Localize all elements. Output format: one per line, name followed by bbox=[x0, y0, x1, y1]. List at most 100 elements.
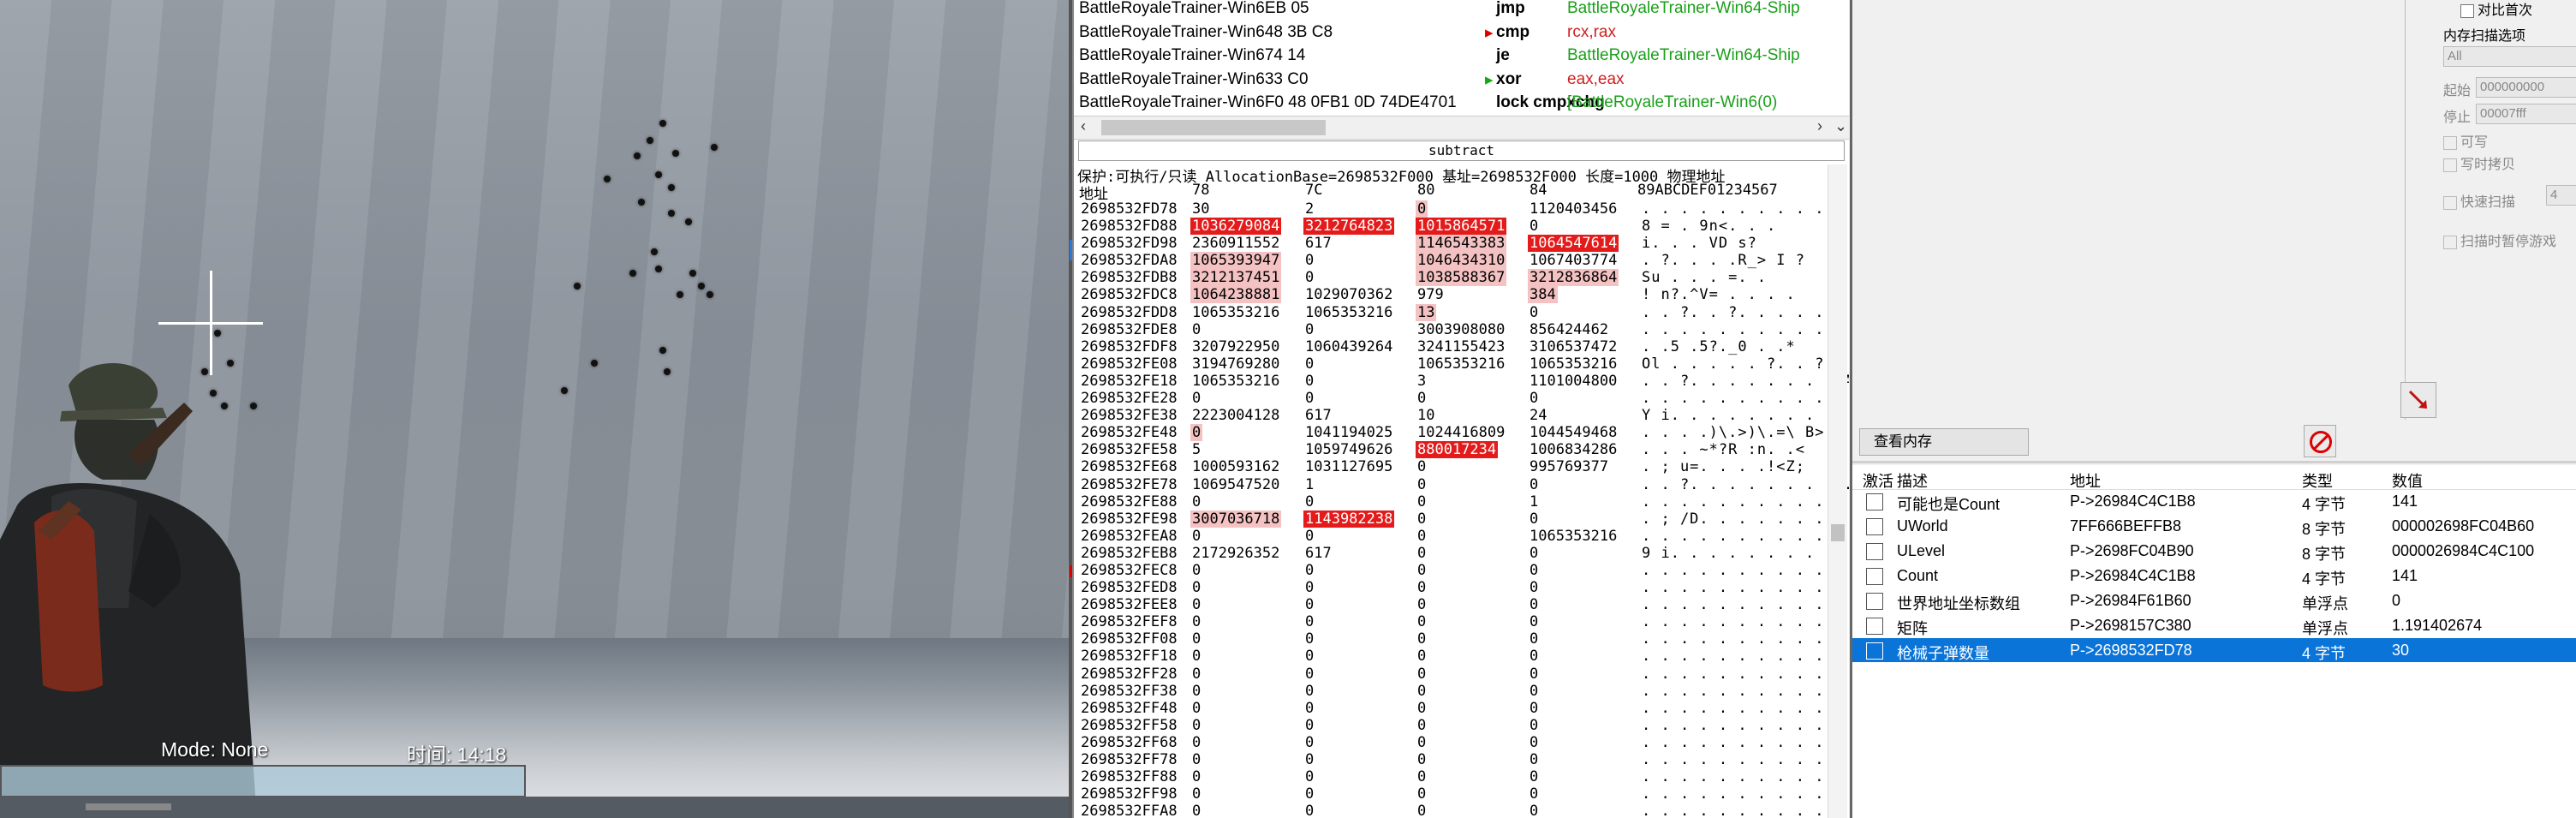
hex-value[interactable]: 0 bbox=[1528, 545, 1540, 562]
hex-value[interactable]: 995769377 bbox=[1528, 458, 1610, 475]
hex-value[interactable]: 0 bbox=[1416, 545, 1428, 562]
hex-row[interactable]: 2698532FD98 2360911552 617 1146543383 106454… bbox=[1079, 235, 1833, 253]
hex-value[interactable]: 0 bbox=[1303, 528, 1315, 545]
hex-value[interactable]: 0 bbox=[1416, 613, 1428, 630]
hex-value[interactable]: 2360911552 bbox=[1190, 235, 1281, 252]
hex-value[interactable]: 0 bbox=[1190, 321, 1202, 338]
hex-value[interactable]: 0 bbox=[1190, 666, 1202, 683]
active-checkbox[interactable] bbox=[1866, 642, 1883, 660]
hex-value[interactable]: 0 bbox=[1528, 683, 1540, 700]
hex-row[interactable]: 2698532FE08 3194769280 0 1065353216 10653532… bbox=[1079, 355, 1833, 373]
hex-value[interactable]: 1000593162 bbox=[1190, 458, 1281, 475]
hex-value[interactable]: 0 bbox=[1303, 493, 1315, 511]
hex-value[interactable]: 1024416809 bbox=[1416, 424, 1506, 441]
hex-value[interactable]: 1038588367 bbox=[1416, 269, 1507, 287]
hex-value[interactable]: 0 bbox=[1303, 579, 1315, 596]
hex-value[interactable]: 13 bbox=[1416, 303, 1437, 321]
scroll-left-icon[interactable]: ‹ bbox=[1081, 117, 1086, 135]
hex-value[interactable]: 1 bbox=[1528, 493, 1540, 511]
disassembly-row[interactable]: ▸ BattleRoyaleTrainer-Win633 C0 xor eax,eax bbox=[1079, 70, 1846, 93]
hex-value[interactable]: 617 bbox=[1303, 407, 1333, 424]
hex-value[interactable]: 0 bbox=[1416, 458, 1428, 475]
hex-value[interactable]: 0 bbox=[1190, 424, 1203, 442]
hex-value[interactable]: 0 bbox=[1190, 579, 1202, 596]
hex-value[interactable]: 2 bbox=[1303, 200, 1315, 218]
hex-value[interactable]: 880017234 bbox=[1416, 441, 1499, 459]
hex-value[interactable]: 24 bbox=[1528, 407, 1548, 424]
hex-value[interactable]: 0 bbox=[1416, 717, 1428, 734]
region-select[interactable]: All bbox=[2443, 46, 2576, 67]
hex-value[interactable]: 979 bbox=[1416, 286, 1446, 303]
disassembler-horizontal-scrollbar[interactable]: ‹ › ⌄ bbox=[1074, 116, 1849, 140]
hex-value[interactable]: 0 bbox=[1528, 579, 1540, 596]
hex-value[interactable]: 0 bbox=[1303, 269, 1315, 286]
hex-row[interactable]: 2698532FDD8 1065353216 1065353216 13 0 . . ?.… bbox=[1079, 303, 1833, 321]
cheat-table-row[interactable]: 矩阵 P->2698157C380 单浮点 1.191402674 bbox=[1852, 613, 2576, 637]
hex-value[interactable]: 0 bbox=[1303, 785, 1315, 803]
compare-first-checkbox[interactable]: 对比首次 bbox=[2460, 0, 2532, 19]
hex-value[interactable]: 0 bbox=[1528, 613, 1540, 630]
hex-value[interactable]: 0 bbox=[1303, 666, 1315, 683]
hex-value[interactable]: 1029070362 bbox=[1303, 286, 1394, 303]
hex-value[interactable]: 0 bbox=[1303, 613, 1315, 630]
hex-row[interactable]: 2698532FE98 3007036718 1143982238 0 0 . ; /D.… bbox=[1079, 510, 1833, 528]
hex-value[interactable]: 0 bbox=[1528, 511, 1540, 528]
hex-value[interactable]: 30 bbox=[1190, 200, 1211, 218]
cheat-table-row[interactable]: 枪械子弹数量 P->2698532FD78 4 字节 30 bbox=[1852, 638, 2576, 662]
hex-row[interactable]: 2698532FEB8 2172926352 617 0 0 9 i. . . . . … bbox=[1079, 545, 1834, 562]
active-checkbox[interactable] bbox=[1866, 493, 1883, 511]
hex-value[interactable]: 0 bbox=[1416, 683, 1428, 700]
hex-row[interactable]: 2698532FDA8 1065393947 0 1046434310 10674037… bbox=[1079, 252, 1833, 270]
disassembly-row[interactable]: BattleRoyaleTrainer-Win674 14 je BattleRoy… bbox=[1079, 46, 1846, 69]
hex-value[interactable]: 0 bbox=[1528, 648, 1540, 665]
hex-value[interactable]: 0 bbox=[1190, 751, 1202, 768]
hex-row[interactable]: 2698532FD88 1036279084 3212764823 101586457… bbox=[1079, 218, 1833, 236]
hex-value[interactable]: 0 bbox=[1190, 785, 1202, 803]
hex-value[interactable]: 5 bbox=[1190, 441, 1202, 458]
disassembly-row[interactable]: ▸ BattleRoyaleTrainer-Win648 3B C8 cmp rcx,… bbox=[1079, 23, 1846, 45]
hex-value[interactable]: 0 bbox=[1190, 493, 1202, 511]
hex-value[interactable]: 0 bbox=[1416, 785, 1428, 803]
hex-value[interactable]: 0 bbox=[1303, 390, 1315, 407]
hex-row[interactable]: 2698532FF18 0 0 0 0 . . . . . . . . . . . . .… bbox=[1079, 648, 1849, 665]
hex-value[interactable]: 1064547614 bbox=[1528, 235, 1619, 253]
hex-value[interactable]: 0 bbox=[1416, 562, 1428, 579]
hex-value[interactable]: 0 bbox=[1303, 562, 1315, 579]
hex-value[interactable]: 0 bbox=[1190, 768, 1202, 785]
hex-row[interactable]: 2698532FD78 30 2 0 1120403456 . . . . . . . .… bbox=[1079, 200, 1849, 218]
pause-game-checkbox[interactable]: 扫描时暂停游戏 bbox=[2443, 230, 2556, 250]
hex-value[interactable]: 0 bbox=[1528, 768, 1540, 785]
hex-value[interactable]: 0 bbox=[1303, 768, 1315, 785]
hex-value[interactable]: 0 bbox=[1303, 803, 1315, 818]
hex-value[interactable]: 1143982238 bbox=[1303, 510, 1395, 528]
hex-value[interactable]: 0 bbox=[1416, 579, 1428, 596]
hex-value[interactable]: 0 bbox=[1303, 321, 1315, 338]
hex-row[interactable]: 2698532FE38 2223004128 617 10 24 Y i. . . . … bbox=[1079, 407, 1834, 424]
hex-value[interactable]: 1031127695 bbox=[1303, 458, 1394, 475]
hex-value[interactable]: 0 bbox=[1190, 562, 1202, 579]
hex-row[interactable]: 2698532FF28 0 0 0 0 . . . . . . . . . . . . .… bbox=[1079, 666, 1849, 683]
writable-checkbox[interactable]: 可写 bbox=[2443, 130, 2488, 151]
hex-value[interactable]: 0 bbox=[1303, 630, 1315, 648]
hex-value[interactable]: 0 bbox=[1190, 630, 1202, 648]
hex-value[interactable]: 0 bbox=[1528, 666, 1540, 683]
hex-value[interactable]: 0 bbox=[1528, 476, 1540, 493]
cheat-table-row[interactable]: 世界地址坐标数组 P->26984F61B60 单浮点 0 bbox=[1852, 588, 2576, 612]
hex-value[interactable]: 0 bbox=[1416, 528, 1428, 545]
game-viewport[interactable]: Mode: None 时间: 14:18 bbox=[0, 0, 1069, 818]
hex-row[interactable]: 2698532FF88 0 0 0 0 . . . . . . . . . . . . .… bbox=[1079, 768, 1849, 785]
hex-value[interactable]: 0 bbox=[1190, 700, 1202, 717]
hex-value[interactable]: 0 bbox=[1303, 373, 1315, 390]
start-address-input[interactable]: 000000000 bbox=[2476, 77, 2576, 98]
hex-value[interactable]: 0 bbox=[1190, 528, 1202, 545]
hex-value[interactable]: 3003908080 bbox=[1416, 321, 1506, 338]
hex-row[interactable]: 2698532FE88 0 0 0 1 . . . . . . . . . . . . .… bbox=[1079, 493, 1849, 511]
hex-value[interactable]: 3194769280 bbox=[1190, 355, 1281, 373]
hex-value[interactable]: 617 bbox=[1303, 235, 1333, 252]
hex-value[interactable]: 0 bbox=[1303, 355, 1315, 373]
hex-row[interactable]: 2698532FFA8 0 0 0 0 . . . . . . . . . . . . .… bbox=[1079, 803, 1849, 818]
stop-address-input[interactable]: 00007fff bbox=[2476, 104, 2576, 124]
hex-vertical-scrollbar[interactable] bbox=[1828, 164, 1847, 818]
hex-row[interactable]: 2698532FDF8 3207922950 1060439264 324115542… bbox=[1079, 338, 1833, 355]
hex-row[interactable]: 2698532FDB8 3212137451 0 1038588367 32128368… bbox=[1079, 269, 1833, 287]
